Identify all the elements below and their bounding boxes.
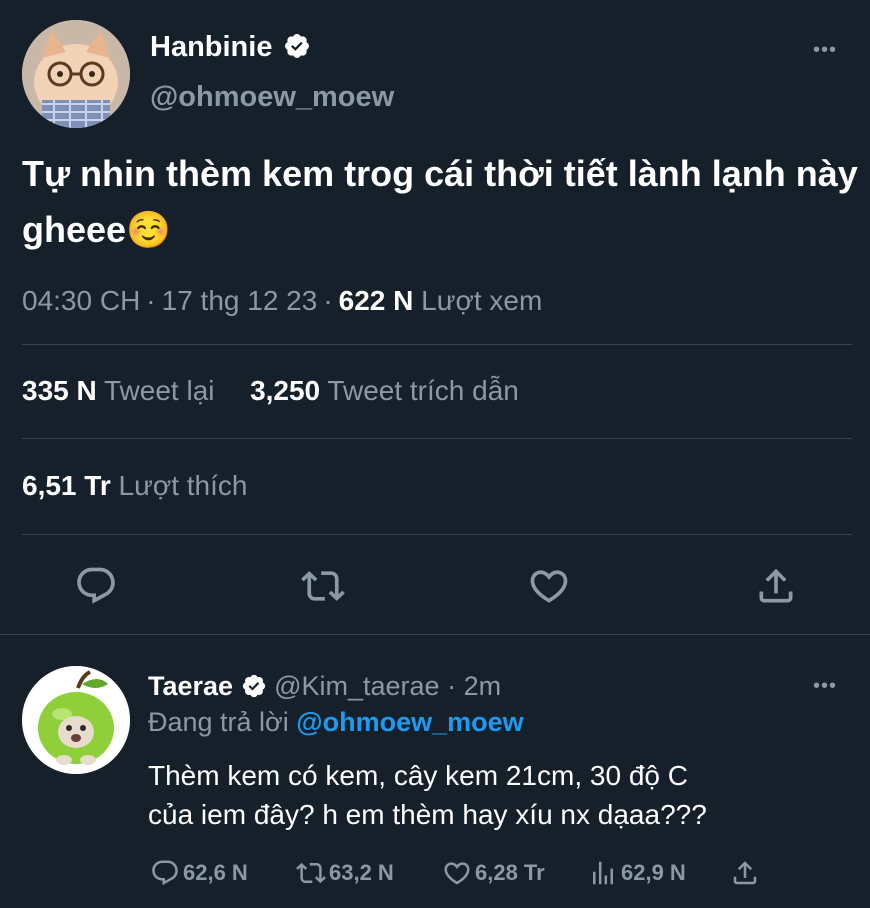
share-icon (733, 861, 757, 885)
retweets-count: 335 N (22, 375, 97, 406)
divider (22, 344, 852, 345)
divider (22, 534, 852, 535)
views-chart-icon (593, 861, 613, 885)
author-handle[interactable]: @ohmoew_moew (150, 80, 394, 114)
reply-icon (77, 567, 115, 604)
reply-header: Taerae @Kim_taerae · 2m (148, 668, 501, 704)
reply-more-options-icon[interactable]: ••• (813, 676, 837, 696)
verified-badge-icon (284, 34, 309, 58)
apple-cat-avatar-image (22, 666, 130, 774)
replying-to-link[interactable]: @ohmoew_moew (296, 707, 523, 737)
retweet-button[interactable] (301, 564, 345, 608)
reply-views-count: 62,9 N (621, 860, 686, 885)
reply-author-avatar[interactable] (22, 666, 130, 774)
like-icon (530, 570, 568, 603)
retweets-label: Tweet lại (104, 375, 215, 406)
share-button[interactable] (754, 564, 798, 608)
tweet-date[interactable]: 17 thg 12 23 (162, 285, 318, 316)
reply-views-button[interactable]: 62,9 N (588, 855, 686, 891)
quotes-label: Tweet trích dẫn (327, 375, 519, 406)
reply-reply-button[interactable]: 62,6 N (150, 855, 248, 891)
reply-retweet-button[interactable]: 63,2 N (296, 855, 394, 891)
tweet-text: Tự nhin thèm kem trog cái thời tiết lành… (22, 153, 858, 250)
author-name-row[interactable]: Hanbinie (150, 30, 311, 64)
likes-stat[interactable]: 6,51 Tr Lượt thích (22, 468, 247, 504)
tweet-time[interactable]: 04:30 CH (22, 285, 140, 316)
likes-count: 6,51 Tr (22, 470, 111, 501)
reply-time[interactable]: 2m (464, 671, 502, 701)
author-avatar[interactable] (22, 20, 130, 128)
divider (22, 438, 852, 439)
reply-author-name[interactable]: Taerae (148, 671, 233, 701)
like-button[interactable] (527, 564, 571, 608)
retweet-icon (301, 571, 345, 601)
tweet-meta: 04:30 CH · 17 thg 12 23 · 622 N Lượt xem (22, 285, 543, 316)
like-icon (444, 862, 470, 885)
reply-text-line: của iem đây? h em thèm hay xíu nx dạaa??… (148, 799, 707, 830)
reply-replies-count: 62,6 N (183, 860, 248, 885)
reply-likes-count: 6,28 Tr (475, 860, 545, 885)
reply-icon (152, 860, 178, 886)
retweet-icon (296, 862, 326, 884)
divider (0, 634, 870, 635)
verified-badge-icon (242, 674, 265, 698)
dot-separator: · (447, 671, 457, 701)
author-name[interactable]: Hanbinie (150, 31, 272, 63)
reply-author-handle[interactable]: @Kim_taerae (274, 671, 439, 701)
share-icon (759, 568, 793, 603)
cat-avatar-image (22, 20, 130, 128)
reply-text-line: Thèm kem có kem, cây kem 21cm, 30 độ C (148, 760, 688, 791)
reply-retweets-count: 63,2 N (329, 860, 394, 885)
reply-button[interactable] (74, 564, 118, 608)
likes-label: Lượt thích (118, 470, 248, 501)
retweet-quote-stats: 335 N Tweet lại 3,250 Tweet trích dẫn (22, 373, 519, 409)
replying-to: Đang trả lời @ohmoew_moew (148, 704, 524, 740)
quotes-stat[interactable]: 3,250 Tweet trích dẫn (250, 375, 519, 406)
more-options-icon[interactable]: ••• (813, 40, 837, 60)
reply-share-button[interactable] (730, 855, 763, 891)
views-count: 622 N (338, 285, 414, 316)
reply-like-button[interactable]: 6,28 Tr (442, 855, 545, 891)
reply-text: Thèm kem có kem, cây kem 21cm, 30 độ C c… (148, 756, 848, 834)
replying-prefix: Đang trả lời (148, 707, 289, 737)
quotes-count: 3,250 (250, 375, 321, 406)
retweets-stat[interactable]: 335 N Tweet lại (22, 375, 215, 406)
views-label: Lượt xem (421, 285, 543, 316)
